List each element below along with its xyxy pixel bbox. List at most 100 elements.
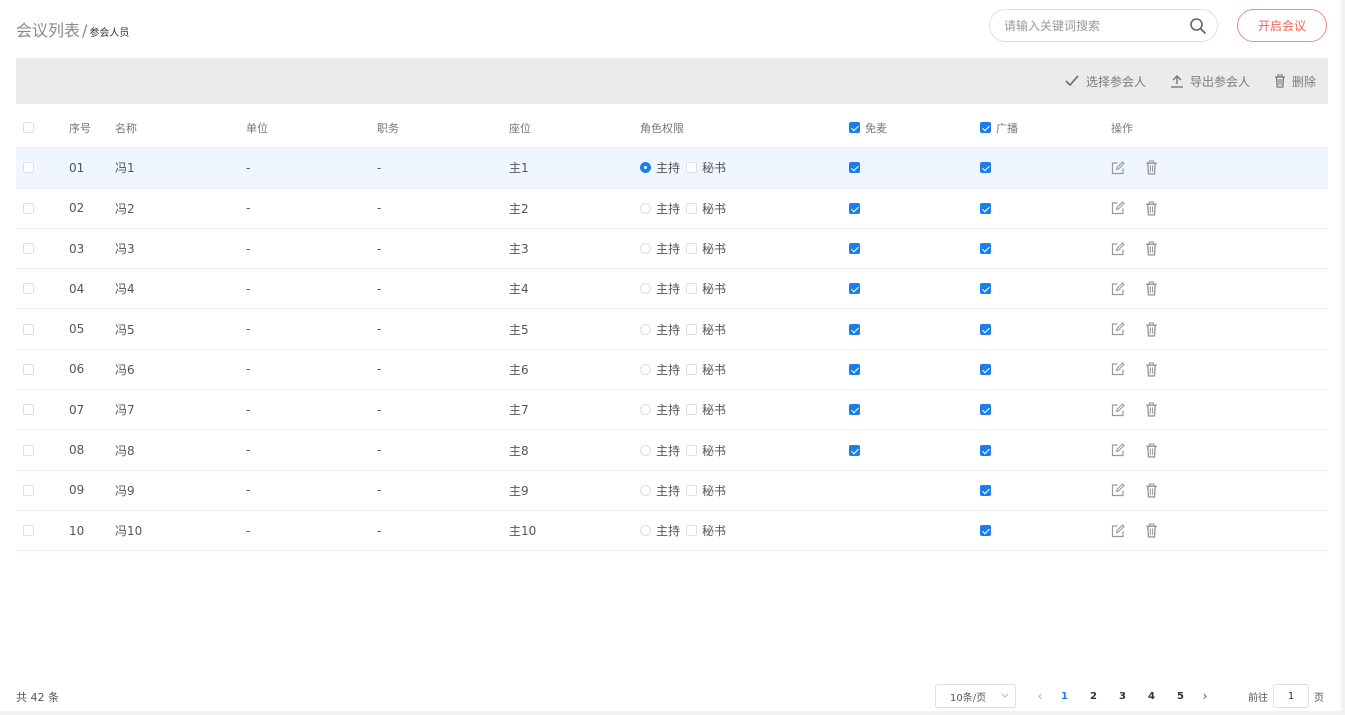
row-select-checkbox[interactable] <box>23 323 34 335</box>
page-2[interactable]: 2 <box>1079 691 1108 702</box>
secretary-checkbox[interactable] <box>686 202 698 214</box>
row-role: 主持 秘书 <box>640 350 732 389</box>
host-radio[interactable] <box>640 484 651 496</box>
row-select-checkbox[interactable] <box>23 283 34 295</box>
page-3[interactable]: 3 <box>1108 691 1137 702</box>
trash-icon[interactable] <box>1145 362 1158 377</box>
secretary-checkbox[interactable] <box>686 484 698 496</box>
export-participants-label: 导出参会人 <box>1189 74 1250 89</box>
trash-icon[interactable] <box>1145 322 1158 337</box>
secretary-checkbox[interactable] <box>686 404 698 416</box>
secretary-checkbox[interactable] <box>686 444 698 456</box>
broadcast-checkbox[interactable] <box>980 283 991 295</box>
row-select-checkbox[interactable] <box>23 202 34 214</box>
table-row[interactable]: 06 冯6 - - 主6 主持 秘书 <box>16 350 1328 391</box>
page-4[interactable]: 4 <box>1137 691 1166 702</box>
trash-icon[interactable] <box>1145 443 1158 458</box>
row-select-checkbox[interactable] <box>23 363 34 375</box>
broadcast-checkbox[interactable] <box>980 323 991 335</box>
trash-icon[interactable] <box>1145 483 1158 498</box>
page-1[interactable]: 1 <box>1050 691 1079 702</box>
search-icon[interactable] <box>1189 17 1207 35</box>
edit-icon[interactable] <box>1111 241 1125 256</box>
broadcast-checkbox[interactable] <box>980 243 991 255</box>
row-select-checkbox[interactable] <box>23 243 34 255</box>
table-row[interactable]: 08 冯8 - - 主8 主持 秘书 <box>16 430 1328 471</box>
mic-checkbox[interactable] <box>849 363 860 375</box>
secretary-checkbox[interactable] <box>686 323 698 335</box>
broadcast-all-checkbox[interactable] <box>980 122 991 134</box>
edit-icon[interactable] <box>1111 483 1125 497</box>
trash-icon[interactable] <box>1145 523 1158 538</box>
broadcast-checkbox[interactable] <box>980 484 991 496</box>
row-select-checkbox[interactable] <box>23 484 34 496</box>
host-radio[interactable] <box>640 404 651 416</box>
mic-checkbox[interactable] <box>849 202 860 214</box>
host-radio[interactable] <box>640 363 651 375</box>
secretary-checkbox[interactable] <box>686 162 698 174</box>
table-row[interactable]: 01 冯1 - - 主1 主持 秘书 <box>16 148 1328 189</box>
mic-checkbox[interactable] <box>849 162 860 174</box>
page-size-select[interactable]: 10条/页 <box>935 684 1016 708</box>
trash-icon[interactable] <box>1145 201 1158 216</box>
table-row[interactable]: 02 冯2 - - 主2 主持 秘书 <box>16 189 1328 229</box>
host-radio[interactable] <box>640 243 651 255</box>
secretary-checkbox[interactable] <box>686 243 698 255</box>
table-row[interactable]: 05 冯5 - - 主5 主持 秘书 <box>16 309 1328 350</box>
goto-page-input[interactable] <box>1273 684 1309 708</box>
broadcast-checkbox[interactable] <box>980 202 991 214</box>
row-select-checkbox[interactable] <box>23 444 34 456</box>
broadcast-checkbox[interactable] <box>980 404 991 416</box>
host-radio[interactable] <box>640 525 651 537</box>
mic-checkbox[interactable] <box>849 283 860 295</box>
table-row[interactable]: 10 冯10 - - 主10 主持 秘书 <box>16 511 1328 552</box>
secretary-checkbox[interactable] <box>686 525 698 537</box>
delete-button[interactable]: 删除 <box>1274 73 1316 90</box>
table-row[interactable]: 04 冯4 - - 主4 主持 秘书 <box>16 269 1328 310</box>
start-meeting-button[interactable]: 开启会议 <box>1237 9 1327 42</box>
next-page-icon[interactable]: › <box>1195 689 1215 703</box>
export-participants-button[interactable]: 导出参会人 <box>1170 73 1250 90</box>
row-select-checkbox[interactable] <box>23 525 34 537</box>
host-radio[interactable] <box>640 283 651 295</box>
row-select-checkbox[interactable] <box>23 404 34 416</box>
edit-icon[interactable] <box>1111 322 1125 336</box>
edit-icon[interactable] <box>1111 443 1125 457</box>
host-radio[interactable] <box>640 323 651 335</box>
mic-checkbox[interactable] <box>849 323 860 335</box>
page-5[interactable]: 5 <box>1166 691 1195 702</box>
edit-icon[interactable] <box>1111 402 1125 417</box>
mic-checkbox[interactable] <box>849 444 860 456</box>
trash-icon[interactable] <box>1145 402 1158 417</box>
trash-icon[interactable] <box>1145 160 1158 176</box>
table-row[interactable]: 09 冯9 - - 主9 主持 秘书 <box>16 471 1328 511</box>
edit-icon[interactable] <box>1111 201 1125 215</box>
host-radio[interactable] <box>640 162 651 174</box>
edit-icon[interactable] <box>1111 161 1125 175</box>
secretary-checkbox[interactable] <box>686 363 698 375</box>
mic-checkbox[interactable] <box>849 243 860 255</box>
host-radio[interactable] <box>640 444 651 456</box>
secretary-label: 秘书 <box>702 362 727 377</box>
select-participants-button[interactable]: 选择参会人 <box>1064 73 1146 90</box>
table-row[interactable]: 07 冯7 - - 主7 主持 秘书 <box>16 390 1328 431</box>
edit-icon[interactable] <box>1111 523 1125 538</box>
mic-all-checkbox[interactable] <box>849 122 860 134</box>
broadcast-checkbox[interactable] <box>980 363 991 375</box>
select-all-checkbox[interactable] <box>23 122 34 134</box>
row-select-checkbox[interactable] <box>23 162 34 174</box>
table-row[interactable]: 03 冯3 - - 主3 主持 秘书 <box>16 229 1328 270</box>
breadcrumb-meeting-list[interactable]: 会议列表 <box>16 17 80 41</box>
trash-icon[interactable] <box>1145 241 1158 256</box>
trash-icon[interactable] <box>1145 281 1158 296</box>
secretary-checkbox[interactable] <box>686 283 698 295</box>
edit-icon[interactable] <box>1111 282 1125 296</box>
prev-page-icon[interactable]: ‹ <box>1030 689 1050 703</box>
search-input[interactable] <box>1004 18 1189 33</box>
broadcast-checkbox[interactable] <box>980 162 991 174</box>
host-radio[interactable] <box>640 202 651 214</box>
mic-checkbox[interactable] <box>849 404 860 416</box>
broadcast-checkbox[interactable] <box>980 444 991 456</box>
broadcast-checkbox[interactable] <box>980 525 991 537</box>
edit-icon[interactable] <box>1111 362 1125 376</box>
